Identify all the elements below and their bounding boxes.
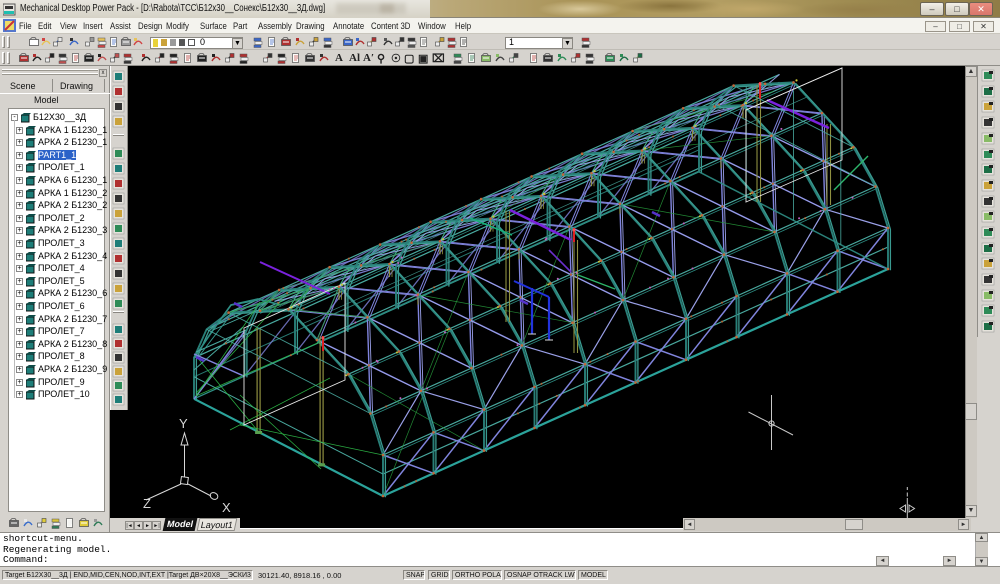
svg-text:Z: Z — [143, 496, 151, 511]
svg-text:Y: Y — [179, 416, 188, 431]
svg-text:X: X — [222, 500, 231, 515]
